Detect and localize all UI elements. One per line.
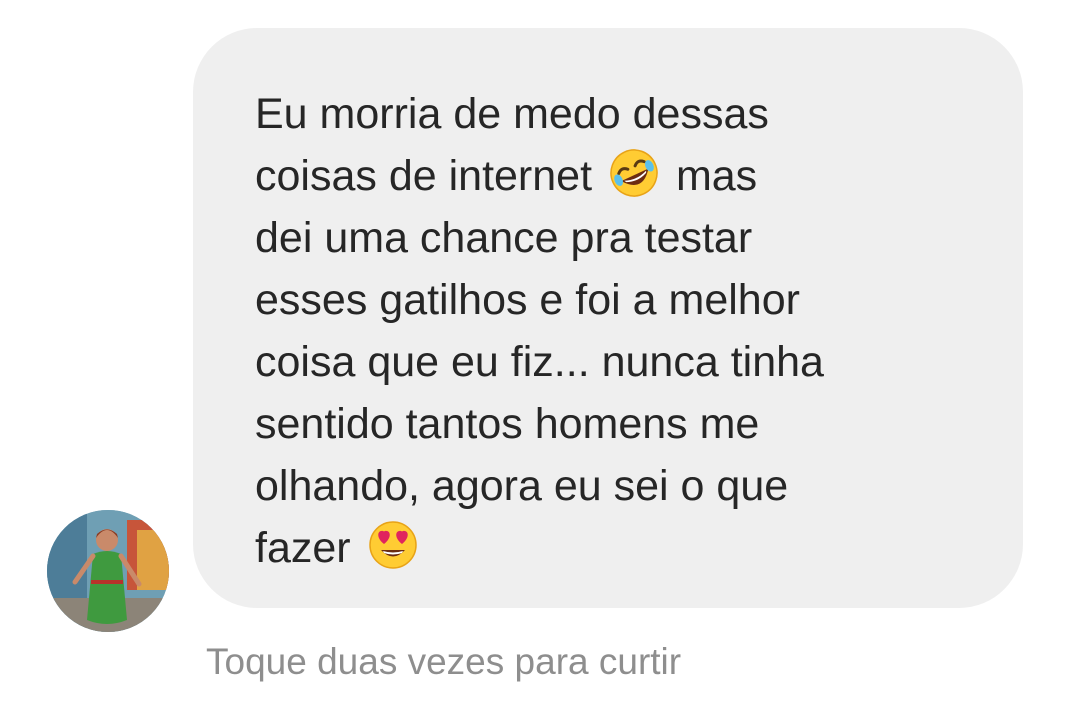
chat-view: Eu morria de medo dessas coisas de inter…: [0, 0, 1080, 715]
profile-avatar-icon: [47, 510, 169, 632]
message-line-text: fazer: [255, 524, 351, 572]
message-line: Eu morria de medo dessas: [255, 90, 769, 138]
message-line: esses gatilhos e foi a melhor: [255, 276, 800, 324]
rolling-on-floor-laughing-icon: [608, 147, 660, 199]
sender-avatar[interactable]: [47, 510, 169, 632]
message-line: coisa que eu fiz... nunca tinha: [255, 338, 824, 386]
double-tap-to-like-hint: Toque duas vezes para curtir: [206, 641, 682, 682]
message-text: Eu morria de medo dessas coisas de inter…: [255, 83, 995, 579]
message-line: coisas de internet mas: [255, 145, 995, 207]
message-line: olhando, agora eu sei o que: [255, 462, 789, 510]
message-line: dei uma chance pra testar: [255, 214, 753, 262]
message-line: fazer: [255, 517, 995, 579]
heart-eyes-icon: [367, 519, 419, 571]
message-line-text: coisas de internet: [255, 152, 593, 200]
message-line-text: mas: [675, 152, 758, 200]
message-line: sentido tantos homens me: [255, 400, 760, 448]
